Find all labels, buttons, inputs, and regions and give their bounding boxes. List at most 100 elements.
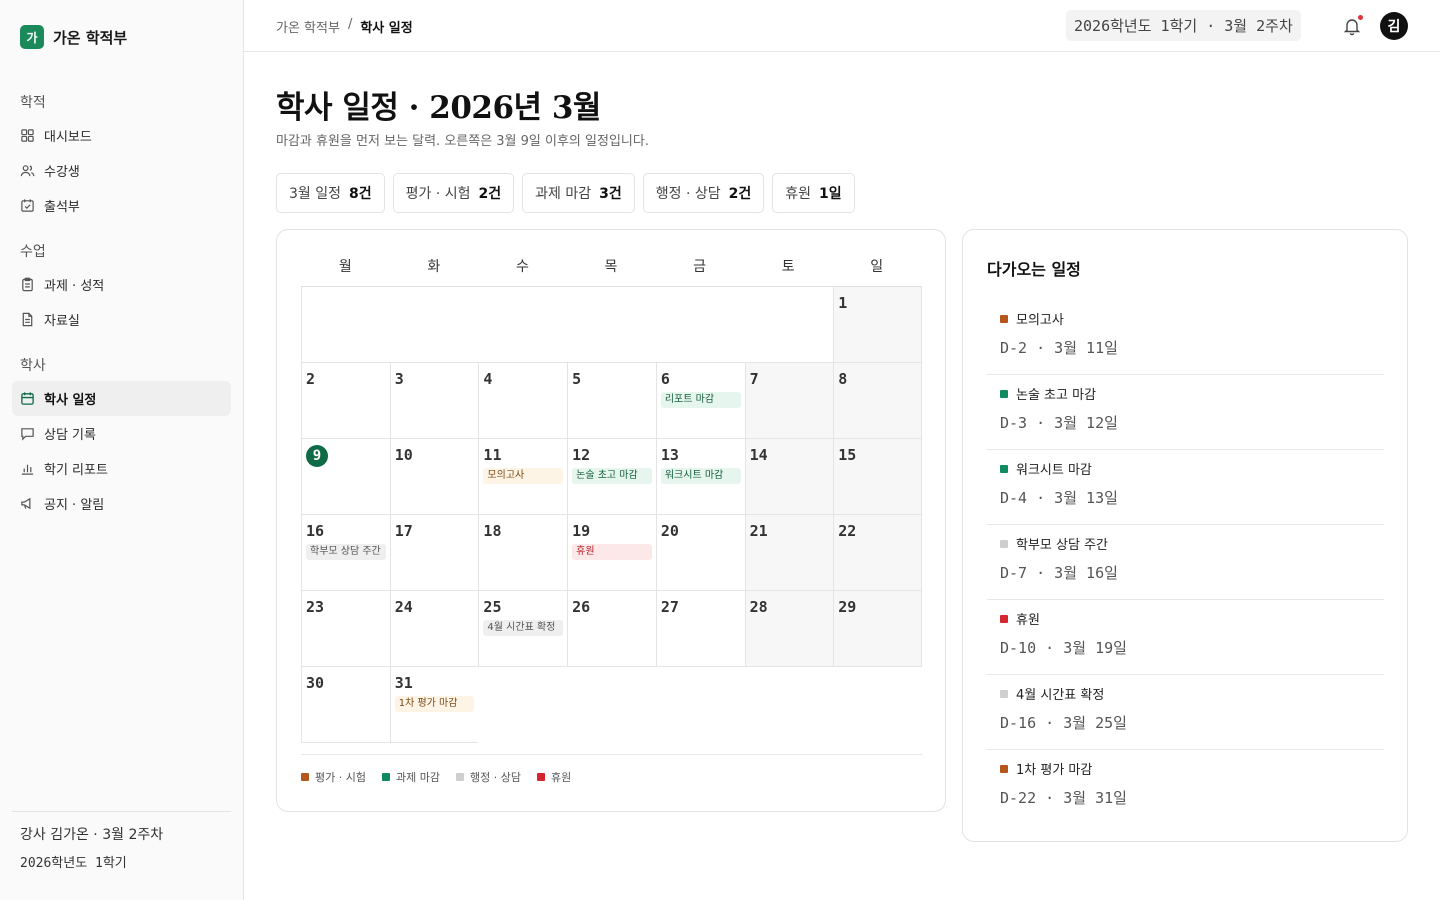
calendar-event-chip[interactable]: 워크시트 마감	[660, 468, 741, 484]
user-info: 강사 김가온 · 3월 2주차	[20, 827, 164, 843]
calendar-day-cell[interactable]: 20	[655, 515, 745, 591]
calendar-day-number: 29	[838, 598, 857, 616]
calendar-day-cell[interactable]: 24	[389, 591, 479, 667]
calendar-empty-cell	[745, 667, 834, 743]
calendar-day-cell[interactable]: 18	[478, 515, 568, 591]
upcoming-item[interactable]: 휴원 D-10 · 3월 19일	[987, 600, 1384, 675]
calendar-day-cell[interactable]: 19 휴원	[567, 515, 656, 591]
calendar-empty-cell	[567, 667, 656, 743]
upcoming-item[interactable]: 워크시트 마감 D-4 · 3월 13일	[987, 450, 1384, 525]
category-swatch	[1000, 464, 1008, 473]
calendar-day-cell[interactable]: 22	[833, 515, 922, 591]
clipboard-icon	[20, 277, 35, 292]
notification-dot	[1358, 15, 1363, 20]
calendar-day-cell[interactable]: 1	[833, 287, 922, 363]
megaphone-icon	[20, 496, 35, 511]
calendar-day-cell[interactable]: 8	[833, 363, 922, 439]
sidebar-item-academic-calendar[interactable]: 학사 일정	[12, 381, 231, 416]
upcoming-item-due: D-10 · 3월 19일	[1000, 639, 1127, 657]
brand[interactable]: 가 가온 학적부	[20, 25, 127, 49]
category-swatch	[1000, 314, 1008, 323]
calendar-day-cell[interactable]: 14	[744, 439, 834, 515]
calendar-day-number: 3	[394, 370, 404, 388]
stat-chip-exams[interactable]: 평가 · 시험 2건	[392, 173, 515, 213]
calendar-day-cell[interactable]: 31 1차 평가 마감	[389, 667, 479, 743]
calendar-empty-cell	[833, 667, 922, 743]
stat-chip-admin-counseling[interactable]: 행정 · 상담 2건	[642, 173, 765, 213]
sidebar-item-counseling[interactable]: 상담 기록	[12, 416, 231, 451]
upcoming-card: 다가오는 일정 모의고사 D-2 · 3월 11일 논술 초고 마감 D-3 · 3월…	[962, 229, 1408, 842]
calendar-legend: 평가 · 시험 과제 마감 행정 · 상담 휴원	[301, 754, 922, 785]
upcoming-item-title-row: 4월 시간표 확정	[1000, 684, 1371, 703]
calendar-day-number: 21	[749, 522, 768, 540]
term-info: 2026학년도 1학기	[20, 856, 127, 871]
calendar-day-cell[interactable]: 27	[655, 591, 745, 667]
sidebar-item-students[interactable]: 수강생	[12, 153, 231, 188]
calendar-day-cell[interactable]: 7	[744, 363, 834, 439]
upcoming-item[interactable]: 4월 시간표 확정 D-16 · 3월 25일	[987, 675, 1384, 750]
stat-chip-march-events[interactable]: 3월 일정 8건	[276, 173, 385, 213]
calendar-day-cell[interactable]: 3	[389, 363, 479, 439]
weekday-label: 토	[781, 259, 795, 275]
sidebar-item-assignments-grades[interactable]: 과제 · 성적	[12, 267, 231, 302]
calendar-empty-cell	[744, 287, 834, 363]
upcoming-item[interactable]: 논술 초고 마감 D-3 · 3월 12일	[987, 375, 1384, 450]
calendar-empty-cell	[655, 287, 745, 363]
calendar-day-cell[interactable]: 29	[833, 591, 922, 667]
calendar-event-chip[interactable]: 휴원	[572, 544, 652, 560]
calendar-day-cell[interactable]: 16 학부모 상담 주간	[301, 515, 390, 591]
sidebar-item-attendance[interactable]: 출석부	[12, 188, 231, 223]
calendar-day-cell[interactable]: 10	[389, 439, 479, 515]
calendar-day-cell[interactable]: 28	[744, 591, 834, 667]
upcoming-item[interactable]: 학부모 상담 주간 D-7 · 3월 16일	[987, 525, 1384, 600]
calendar-day-cell[interactable]: 9	[301, 439, 390, 515]
category-swatch	[1000, 389, 1008, 398]
sidebar-item-notices[interactable]: 공지 · 알림	[12, 486, 231, 521]
upcoming-item[interactable]: 모의고사 D-2 · 3월 11일	[987, 300, 1384, 375]
calendar-empty-cell	[389, 287, 479, 363]
stat-chip-closures[interactable]: 휴원 1일	[772, 173, 855, 213]
upcoming-item-name: 1차 평가 마감	[1016, 763, 1093, 778]
calendar-event-chip[interactable]: 모의고사	[483, 468, 564, 484]
sidebar-item-resources[interactable]: 자료실	[12, 302, 231, 337]
legend-label: 과제 마감	[395, 771, 440, 784]
today-day-number: 9	[306, 445, 328, 467]
breadcrumb-parent[interactable]: 가온 학적부	[276, 17, 340, 36]
calendar-day-cell[interactable]: 11 모의고사	[478, 439, 568, 515]
calendar-day-cell[interactable]: 2	[301, 363, 390, 439]
calendar-day-cell[interactable]: 5	[567, 363, 656, 439]
calendar-empty-cell	[478, 287, 568, 363]
calendar-day-cell[interactable]: 4	[478, 363, 568, 439]
calendar-event-chip[interactable]: 리포트 마감	[660, 392, 741, 408]
sidebar-item-label: 출석부	[44, 200, 80, 215]
avatar[interactable]: 김	[1380, 12, 1408, 40]
sidebar-item-dashboard[interactable]: 대시보드	[12, 118, 231, 153]
calendar-day-cell[interactable]: 26	[567, 591, 656, 667]
calendar-day-cell[interactable]: 17	[389, 515, 479, 591]
stat-chip-assignment-deadlines[interactable]: 과제 마감 3건	[522, 173, 635, 213]
stat-label: 평가 · 시험	[405, 186, 471, 202]
upcoming-item-due: D-4 · 3월 13일	[1000, 489, 1118, 507]
calendar-day-cell[interactable]: 15	[833, 439, 922, 515]
calendar-day-cell[interactable]: 25 4월 시간표 확정	[478, 591, 568, 667]
calendar-day-cell[interactable]: 23	[301, 591, 390, 667]
calendar-day-cell[interactable]: 30	[301, 667, 390, 743]
calendar-day-cell[interactable]: 21	[744, 515, 834, 591]
calendar-event-chip[interactable]: 논술 초고 마감	[572, 468, 652, 484]
calendar-day-cell[interactable]: 13 워크시트 마감	[655, 439, 745, 515]
calendar-event-chip[interactable]: 4월 시간표 확정	[483, 620, 564, 636]
upcoming-item-title-row: 모의고사	[1000, 309, 1371, 328]
nav-section-academic-affairs: 학사 학사 일정 상담 기록 학기 리포트 공지 · 알림	[12, 349, 231, 521]
category-swatch	[1000, 689, 1008, 698]
upcoming-item-name: 논술 초고 마감	[1016, 388, 1097, 403]
calendar-event-chip[interactable]: 학부모 상담 주간	[306, 544, 386, 560]
upcoming-item-title-row: 1차 평가 마감	[1000, 759, 1371, 778]
calendar-day-cell[interactable]: 12 논술 초고 마감	[567, 439, 656, 515]
calendar-event-chip[interactable]: 1차 평가 마감	[394, 696, 475, 712]
stat-value: 3건	[599, 186, 622, 202]
upcoming-item[interactable]: 1차 평가 마감 D-22 · 3월 31일	[987, 750, 1384, 825]
nav-section-classes: 수업 과제 · 성적 자료실	[12, 235, 231, 337]
calendar-day-number: 13	[660, 446, 679, 464]
calendar-day-cell[interactable]: 6 리포트 마감	[655, 363, 745, 439]
sidebar-item-term-report[interactable]: 학기 리포트	[12, 451, 231, 486]
